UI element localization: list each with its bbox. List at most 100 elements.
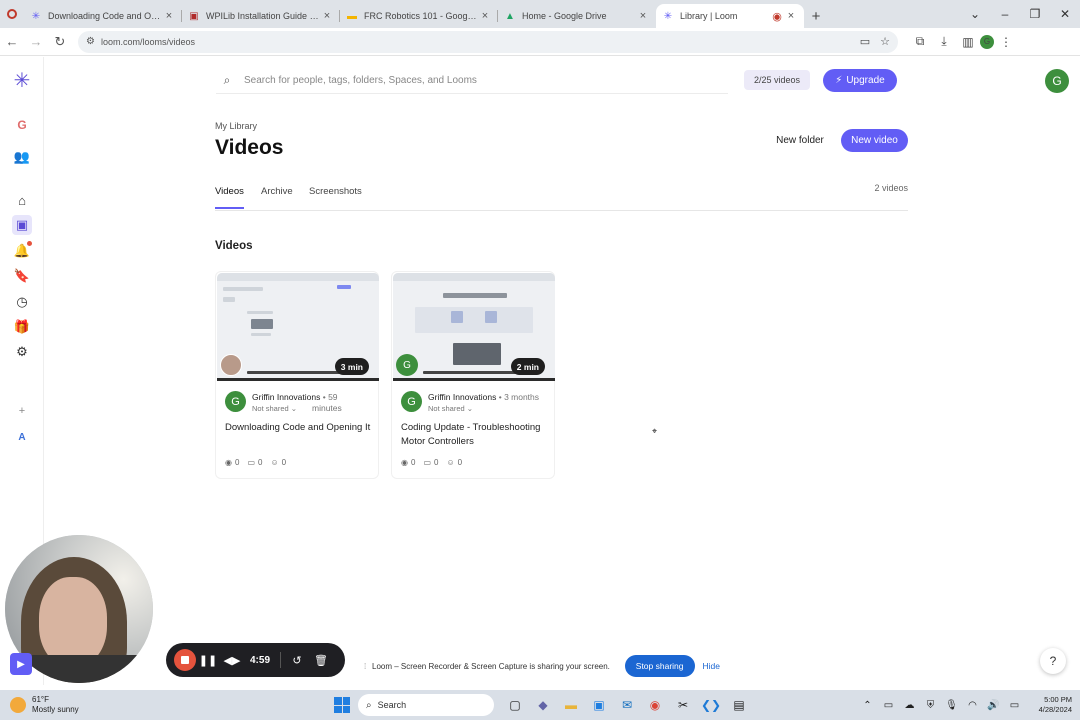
close-icon[interactable]: × bbox=[320, 10, 334, 22]
teams-icon[interactable]: ◆ bbox=[530, 693, 556, 717]
video-thumbnail[interactable]: G 2 min bbox=[393, 273, 555, 381]
drag-handle-icon[interactable]: ⁞ bbox=[364, 662, 372, 671]
workspace-avatar[interactable]: G bbox=[12, 115, 32, 135]
chrome-icon[interactable]: ◉ bbox=[642, 693, 668, 717]
sharing-label: Not shared bbox=[252, 404, 289, 413]
stop-recording-button[interactable] bbox=[174, 649, 196, 671]
folder-icon[interactable]: ▬ bbox=[558, 693, 584, 717]
chevron-down-icon[interactable]: ⌄ bbox=[960, 0, 990, 28]
home-icon[interactable]: ⌂ bbox=[12, 190, 32, 210]
task-view-icon[interactable]: ▢ bbox=[502, 693, 528, 717]
reload-icon[interactable]: ↻ bbox=[48, 34, 72, 50]
tab-videos[interactable]: Videos bbox=[215, 186, 244, 209]
close-icon[interactable]: × bbox=[478, 10, 492, 22]
new-video-button[interactable]: New video bbox=[841, 129, 908, 152]
address-bar[interactable]: ⚙ loom.com/looms/videos ▭ ☆ bbox=[78, 30, 898, 53]
camera-toggle-icon[interactable]: ▶ bbox=[10, 653, 32, 675]
sidepanel-icon[interactable]: ▥ bbox=[956, 35, 980, 49]
gift-icon[interactable]: 🎁 bbox=[12, 317, 32, 337]
download-icon[interactable]: ⤓ bbox=[932, 34, 956, 49]
back-icon[interactable]: ← bbox=[0, 34, 24, 49]
snipping-tool-icon[interactable]: ✂ bbox=[670, 693, 696, 717]
forward-icon[interactable]: → bbox=[24, 34, 48, 49]
taskbar-search[interactable]: ⌕ Search bbox=[358, 694, 494, 716]
wifi-icon[interactable]: ◠ bbox=[963, 700, 982, 711]
video-title[interactable]: Coding Update - Troubleshooting Motor Co… bbox=[401, 421, 551, 449]
close-icon[interactable]: × bbox=[162, 10, 176, 22]
display-icon[interactable]: ▭ bbox=[879, 700, 898, 711]
upgrade-button[interactable]: ⚡ Upgrade bbox=[823, 69, 897, 92]
bookmark-icon[interactable]: 🔖 bbox=[12, 266, 32, 286]
video-card[interactable]: 3 min G Griffin Innovations • 59 Not sha… bbox=[215, 271, 379, 479]
profile-avatar[interactable]: G bbox=[980, 34, 994, 49]
chevron-up-icon[interactable]: ⌃ bbox=[858, 700, 877, 711]
mouse-cursor: ⌖ bbox=[652, 426, 658, 436]
chevron-down-icon: ⌄ bbox=[290, 404, 298, 413]
duration-badge: 2 min bbox=[510, 358, 545, 375]
video-quota-badge[interactable]: 2/25 videos bbox=[744, 70, 810, 90]
breadcrumb[interactable]: My Library bbox=[215, 121, 257, 131]
windows-start-icon[interactable] bbox=[334, 697, 350, 713]
menu-icon[interactable]: ⋮ bbox=[994, 35, 1018, 49]
site-settings-icon[interactable]: ⚙ bbox=[86, 36, 95, 47]
stop-sharing-button[interactable]: Stop sharing bbox=[624, 655, 695, 677]
restart-icon[interactable]: ↺ bbox=[285, 654, 309, 667]
window-controls: ⌄ – ❐ ✕ bbox=[960, 0, 1080, 28]
search-bar[interactable]: ⌕ Search for people, tags, folders, Spac… bbox=[216, 68, 728, 94]
store-icon[interactable]: ▣ bbox=[586, 693, 612, 717]
video-title[interactable]: Downloading Code and Opening It bbox=[225, 421, 375, 435]
close-icon[interactable]: × bbox=[784, 10, 798, 22]
browser-tab[interactable]: ✳ Downloading Code and Openi × bbox=[24, 4, 182, 28]
sharing-status[interactable]: Not shared ⌄ bbox=[428, 404, 473, 413]
extensions-icon[interactable]: ⧉ bbox=[908, 34, 932, 49]
pause-icon[interactable]: ❚❚ bbox=[196, 654, 220, 667]
video-card[interactable]: G 2 min G Griffin Innovations • 3 months… bbox=[391, 271, 555, 479]
star-icon[interactable]: ☆ bbox=[880, 35, 890, 48]
library-icon[interactable]: ▣ bbox=[12, 215, 32, 235]
trash-icon[interactable]: 🗑 bbox=[309, 654, 333, 667]
mail-icon[interactable]: ✉ bbox=[614, 693, 640, 717]
restore-icon[interactable]: ❐ bbox=[1020, 0, 1050, 28]
collapse-icon[interactable]: ◀▶ bbox=[220, 654, 244, 667]
vscode-icon[interactable]: ❮❯ bbox=[698, 693, 724, 717]
cloud-icon[interactable]: ☁ bbox=[900, 700, 919, 711]
search-input[interactable]: Search for people, tags, folders, Spaces… bbox=[244, 75, 477, 86]
gear-icon[interactable]: ⚙ bbox=[12, 342, 32, 362]
tab-archive[interactable]: Archive bbox=[261, 186, 293, 197]
browser-tab[interactable]: ▬ FRC Robotics 101 - Google Sl × bbox=[340, 4, 498, 28]
sharing-status[interactable]: Not shared ⌄ bbox=[252, 404, 297, 413]
close-icon[interactable]: ✕ bbox=[1050, 0, 1080, 28]
recording-controls: ❚❚ ◀▶ 4:59 ↺ 🗑 bbox=[166, 643, 345, 677]
user-avatar[interactable]: G bbox=[1045, 69, 1069, 93]
people-icon[interactable]: 👥 bbox=[12, 147, 32, 167]
loom-logo-icon[interactable]: ✳ bbox=[12, 70, 32, 92]
video-thumbnail[interactable]: 3 min bbox=[217, 273, 379, 381]
time-ago: 59 bbox=[328, 392, 338, 402]
browser-tab-active[interactable]: ✳ Library | Loom ◉ × bbox=[656, 4, 804, 28]
chevron-down-icon: ⌄ bbox=[466, 404, 474, 413]
minimize-icon[interactable]: – bbox=[990, 0, 1020, 28]
camera-icon[interactable]: ▭ bbox=[860, 35, 870, 48]
add-workspace-icon[interactable]: + bbox=[12, 401, 32, 421]
tab-screenshots[interactable]: Screenshots bbox=[309, 186, 362, 197]
section-title: Videos bbox=[215, 240, 253, 252]
browser-tab[interactable]: ▲ Home - Google Drive × bbox=[498, 4, 656, 28]
wpilib-app-icon[interactable]: ▤ bbox=[726, 693, 752, 717]
hide-button[interactable]: Hide bbox=[703, 661, 720, 671]
help-button[interactable]: ? bbox=[1040, 648, 1066, 674]
new-folder-button[interactable]: New folder bbox=[767, 129, 833, 152]
close-icon[interactable]: × bbox=[636, 10, 650, 22]
clock[interactable]: 5:00 PM 4/28/2024 bbox=[1026, 695, 1072, 715]
clock-icon[interactable]: ◷ bbox=[12, 292, 32, 312]
battery-icon[interactable]: ▭ bbox=[1005, 700, 1024, 711]
volume-icon[interactable]: 🔊 bbox=[984, 700, 1003, 711]
new-tab-button[interactable]: + bbox=[804, 4, 828, 28]
microphone-icon[interactable]: 🎙 bbox=[942, 700, 961, 711]
bell-icon[interactable]: 🔔 bbox=[12, 241, 32, 261]
workspace-alt-avatar[interactable]: A bbox=[12, 427, 32, 447]
presenter-avatar bbox=[220, 354, 242, 376]
url-text: loom.com/looms/videos bbox=[100, 36, 196, 47]
security-icon[interactable]: ⛨ bbox=[921, 700, 940, 711]
browser-tab[interactable]: ▣ WPILib Installation Guide — F × bbox=[182, 4, 340, 28]
weather-widget[interactable]: 61°F Mostly sunny bbox=[10, 695, 290, 715]
